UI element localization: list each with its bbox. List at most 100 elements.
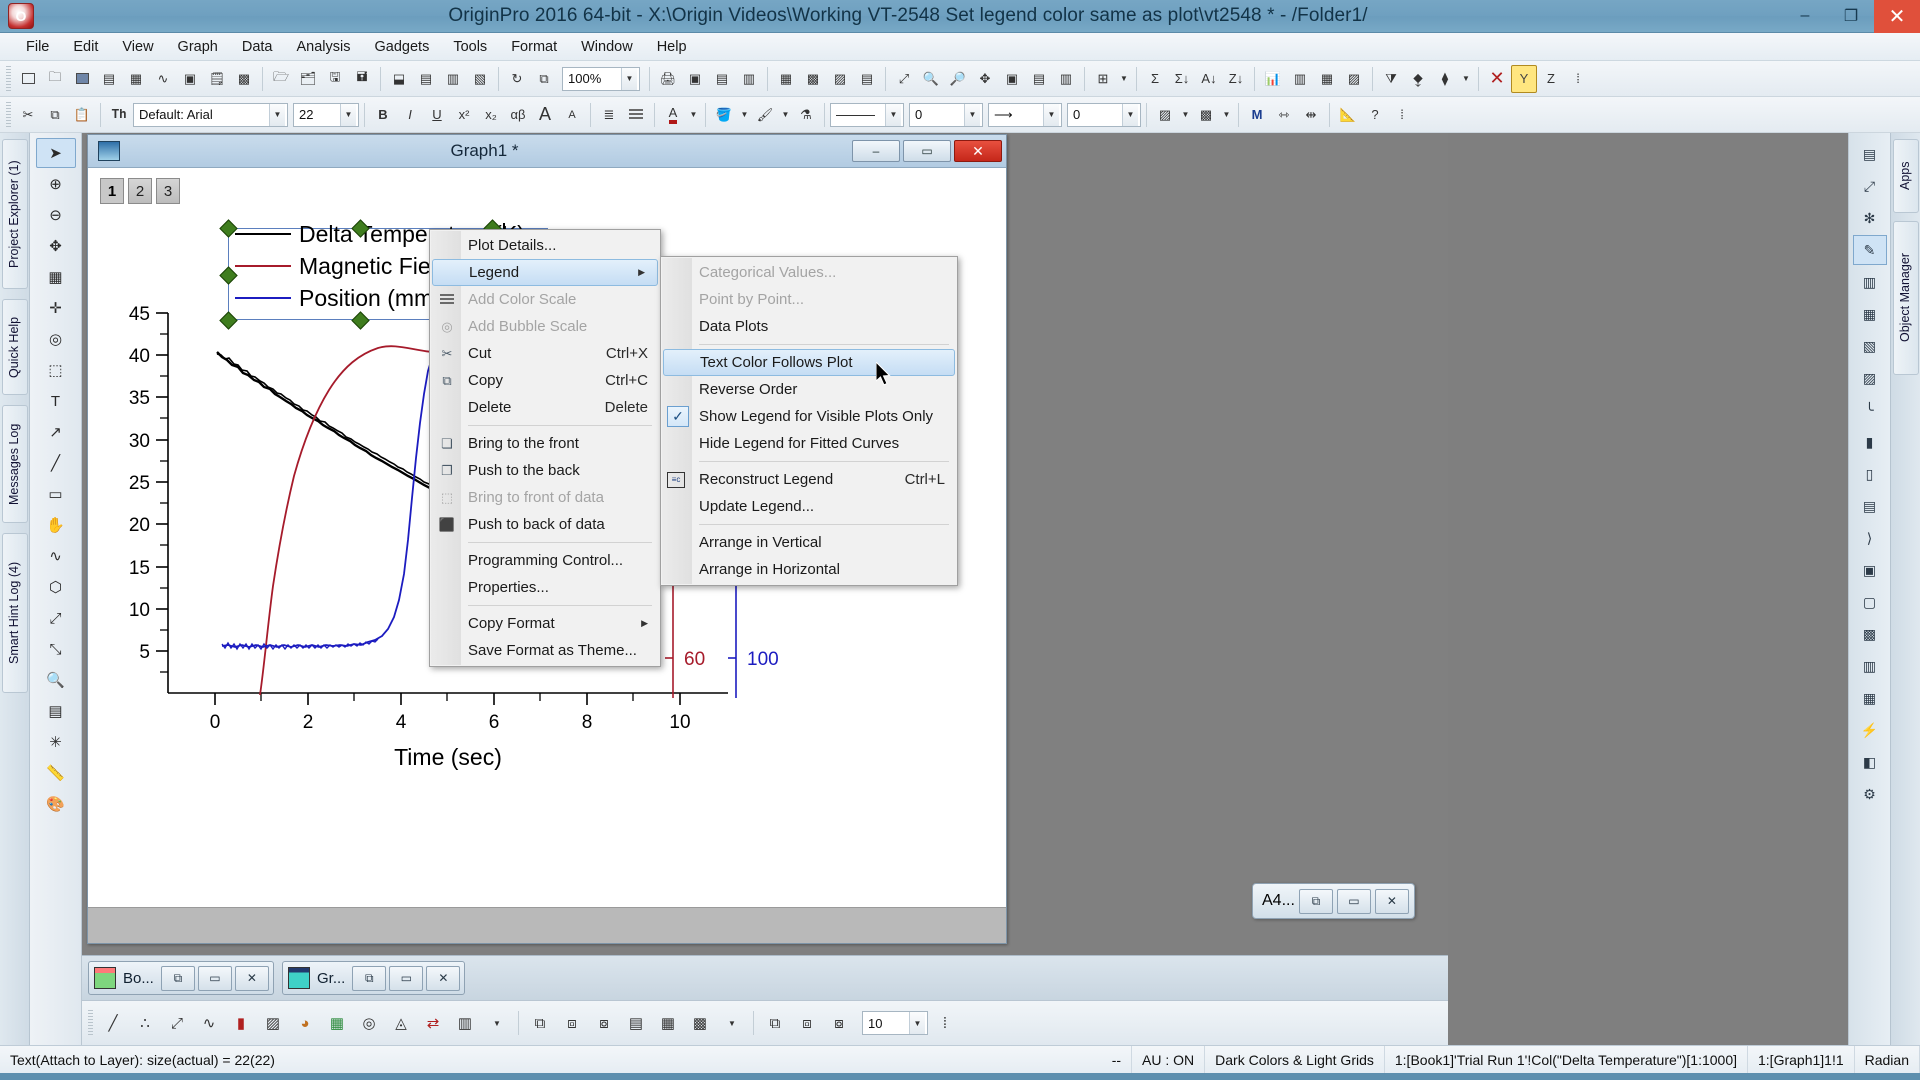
spline-icon[interactable]: ∿	[194, 1008, 224, 1038]
data-selector-icon[interactable]: ▥	[1053, 65, 1079, 93]
more-format-icon[interactable]: ⁞	[1389, 101, 1415, 129]
font-size-combo[interactable]: 22 ▼	[293, 102, 359, 127]
sidebar-item-apps[interactable]: Apps	[1893, 139, 1919, 213]
clear-filter-icon[interactable]: ⧪	[1405, 65, 1431, 93]
font-icon[interactable]: 𝐓𝐡	[106, 101, 132, 129]
layer-manage-icon[interactable]: ▤	[854, 65, 880, 93]
vector-plot-icon[interactable]: ⇄	[418, 1008, 448, 1038]
axis-dialog-icon[interactable]: ▧	[1853, 331, 1887, 361]
column-chart-icon[interactable]: 📊	[1260, 65, 1286, 93]
duplicate-icon[interactable]: ⧉	[531, 65, 557, 93]
chevron-down-icon[interactable]: ▼	[909, 1012, 925, 1034]
more-tools-icon[interactable]: ⁞	[1565, 65, 1591, 93]
add-text-icon[interactable]: ⊞	[1090, 65, 1116, 93]
line-tool-icon[interactable]: ╱	[36, 448, 76, 478]
ctx-push-to-back[interactable]: ❐ Push to the back	[430, 457, 660, 484]
group-icon[interactable]: ▣	[1853, 555, 1887, 585]
zoom-in-icon[interactable]: 🔍	[918, 65, 944, 93]
print-preview-icon[interactable]: ▣	[682, 65, 708, 93]
open-icon[interactable]: 🗁	[268, 65, 294, 93]
new-layer-icon[interactable]: ▦	[773, 65, 799, 93]
text-tool-icon[interactable]: T	[36, 386, 76, 416]
book-restore-button[interactable]: ⧉	[160, 965, 195, 991]
chevron-down-icon[interactable]: ▼	[269, 103, 285, 126]
ungroup-icon[interactable]: ▢	[1853, 587, 1887, 617]
object-manager-icon[interactable]: ✎	[1852, 235, 1887, 265]
copy-icon[interactable]: ⧉	[42, 101, 68, 129]
menu-item-tools[interactable]: Tools	[441, 35, 499, 59]
screen-reader-icon[interactable]: ▣	[999, 65, 1025, 93]
clone-page-icon[interactable]: ⧈	[792, 1008, 822, 1038]
scale-in-icon[interactable]: ⤢	[36, 603, 76, 633]
book-minimize-button[interactable]: ▭	[197, 965, 232, 991]
ctx-push-to-back-of-data[interactable]: ⬛ Push to back of data	[430, 511, 660, 538]
new-graph-icon[interactable]: ▤	[96, 65, 122, 93]
graph-close-button[interactable]: ✕	[954, 140, 1002, 162]
measure-icon[interactable]: 📐	[1335, 101, 1361, 129]
hatch-pattern-icon[interactable]: ▨	[1152, 101, 1178, 129]
data-reader-icon[interactable]: ✛	[36, 293, 76, 323]
sigma-icon[interactable]: Σ	[1142, 65, 1168, 93]
chevron-down-icon-hatch[interactable]: ▼	[1179, 101, 1192, 129]
sort-icon[interactable]: A↓	[1196, 65, 1222, 93]
menu-item-file[interactable]: File	[14, 35, 61, 59]
page-count-spinner[interactable]: 10 ▼	[862, 1011, 928, 1035]
chevron-right-icon[interactable]: ⟩	[1853, 523, 1887, 553]
eyedropper-icon[interactable]: ⚗	[793, 101, 819, 129]
region-select-icon[interactable]: ⬚	[36, 355, 76, 385]
scatter-plot-icon[interactable]: ∴	[130, 1008, 160, 1038]
arrow-tool-icon[interactable]: ↗	[36, 417, 76, 447]
gradient-icon[interactable]: ▩	[1193, 101, 1219, 129]
scale-out-icon[interactable]: ⤡	[36, 634, 76, 664]
polar-plot-icon[interactable]: ◎	[354, 1008, 384, 1038]
export-icon[interactable]: ▥	[736, 65, 762, 93]
paste-icon[interactable]: 📋	[69, 101, 95, 129]
graph-minimize-button[interactable]: –	[852, 140, 900, 162]
image-plot-icon[interactable]: ▥	[450, 1008, 480, 1038]
sidebar-item-messages-log[interactable]: Messages Log	[2, 405, 28, 523]
align-icon[interactable]: ≣	[596, 101, 622, 129]
line-plot-icon[interactable]: ╱	[98, 1008, 128, 1038]
ctx-cut[interactable]: ✂ Cut Ctrl+X	[430, 340, 660, 367]
subscript-button[interactable]: x₂	[478, 101, 504, 129]
open-excel-icon[interactable]: 🗂	[295, 65, 321, 93]
new-matrix-icon[interactable]: ▦	[123, 65, 149, 93]
increase-font-button[interactable]: A	[532, 101, 558, 129]
new-folder-icon[interactable]: 🗀	[42, 65, 68, 93]
units-button[interactable]: M	[1244, 101, 1270, 129]
help-icon[interactable]: ?	[1362, 101, 1388, 129]
ctx-plot-details[interactable]: Plot Details...	[430, 232, 660, 259]
3d-bar-icon[interactable]: ▩	[685, 1008, 715, 1038]
menu-item-view[interactable]: View	[110, 35, 165, 59]
cancel-icon[interactable]: ✕	[1484, 65, 1510, 93]
float-minimize-button[interactable]: ▭	[1336, 888, 1371, 914]
bar-chart-icon[interactable]: ▥	[1287, 65, 1313, 93]
minimize-button[interactable]: –	[1782, 0, 1828, 33]
menu-item-help[interactable]: Help	[645, 35, 699, 59]
new-function-icon[interactable]: ∿	[150, 65, 176, 93]
zoom-in-tool-icon[interactable]: ⊕	[36, 169, 76, 199]
sub-show-legend-visible-plots-only[interactable]: ✓ Show Legend for Visible Plots Only	[661, 403, 957, 430]
import-db-icon[interactable]: ▧	[467, 65, 493, 93]
layer-contents-icon[interactable]: ▥	[1853, 267, 1887, 297]
palette-icon[interactable]: 🎨	[36, 789, 76, 819]
font-color-icon[interactable]: A	[660, 102, 686, 128]
waterfall-icon[interactable]: ▤	[621, 1008, 651, 1038]
cut-icon[interactable]: ✂	[15, 101, 41, 129]
pointer-icon[interactable]: ➤	[35, 138, 76, 168]
line-style-combo[interactable]: ——— ▼	[830, 102, 904, 127]
book-close-button[interactable]: ✕	[234, 965, 269, 991]
magnify-icon[interactable]: 🔍	[36, 665, 76, 695]
underline-button[interactable]: U	[424, 101, 450, 129]
menu-item-edit[interactable]: Edit	[61, 35, 110, 59]
menu-item-graph[interactable]: Graph	[166, 35, 230, 59]
arrange-icon[interactable]: ▥	[1853, 651, 1887, 681]
ternary-plot-icon[interactable]: ◬	[386, 1008, 416, 1038]
stack-graphs-icon[interactable]: ⧇	[589, 1008, 619, 1038]
chevron-down-icon[interactable]: ▼	[964, 103, 980, 126]
area-plot-icon[interactable]: ▨	[258, 1008, 288, 1038]
merge-graphs-icon[interactable]: ⧉	[525, 1008, 555, 1038]
ctx-save-format-as-theme[interactable]: Save Format as Theme...	[430, 637, 660, 664]
grid-icon[interactable]: ▩	[1853, 619, 1887, 649]
chevron-down-icon[interactable]: ▼	[340, 103, 356, 126]
